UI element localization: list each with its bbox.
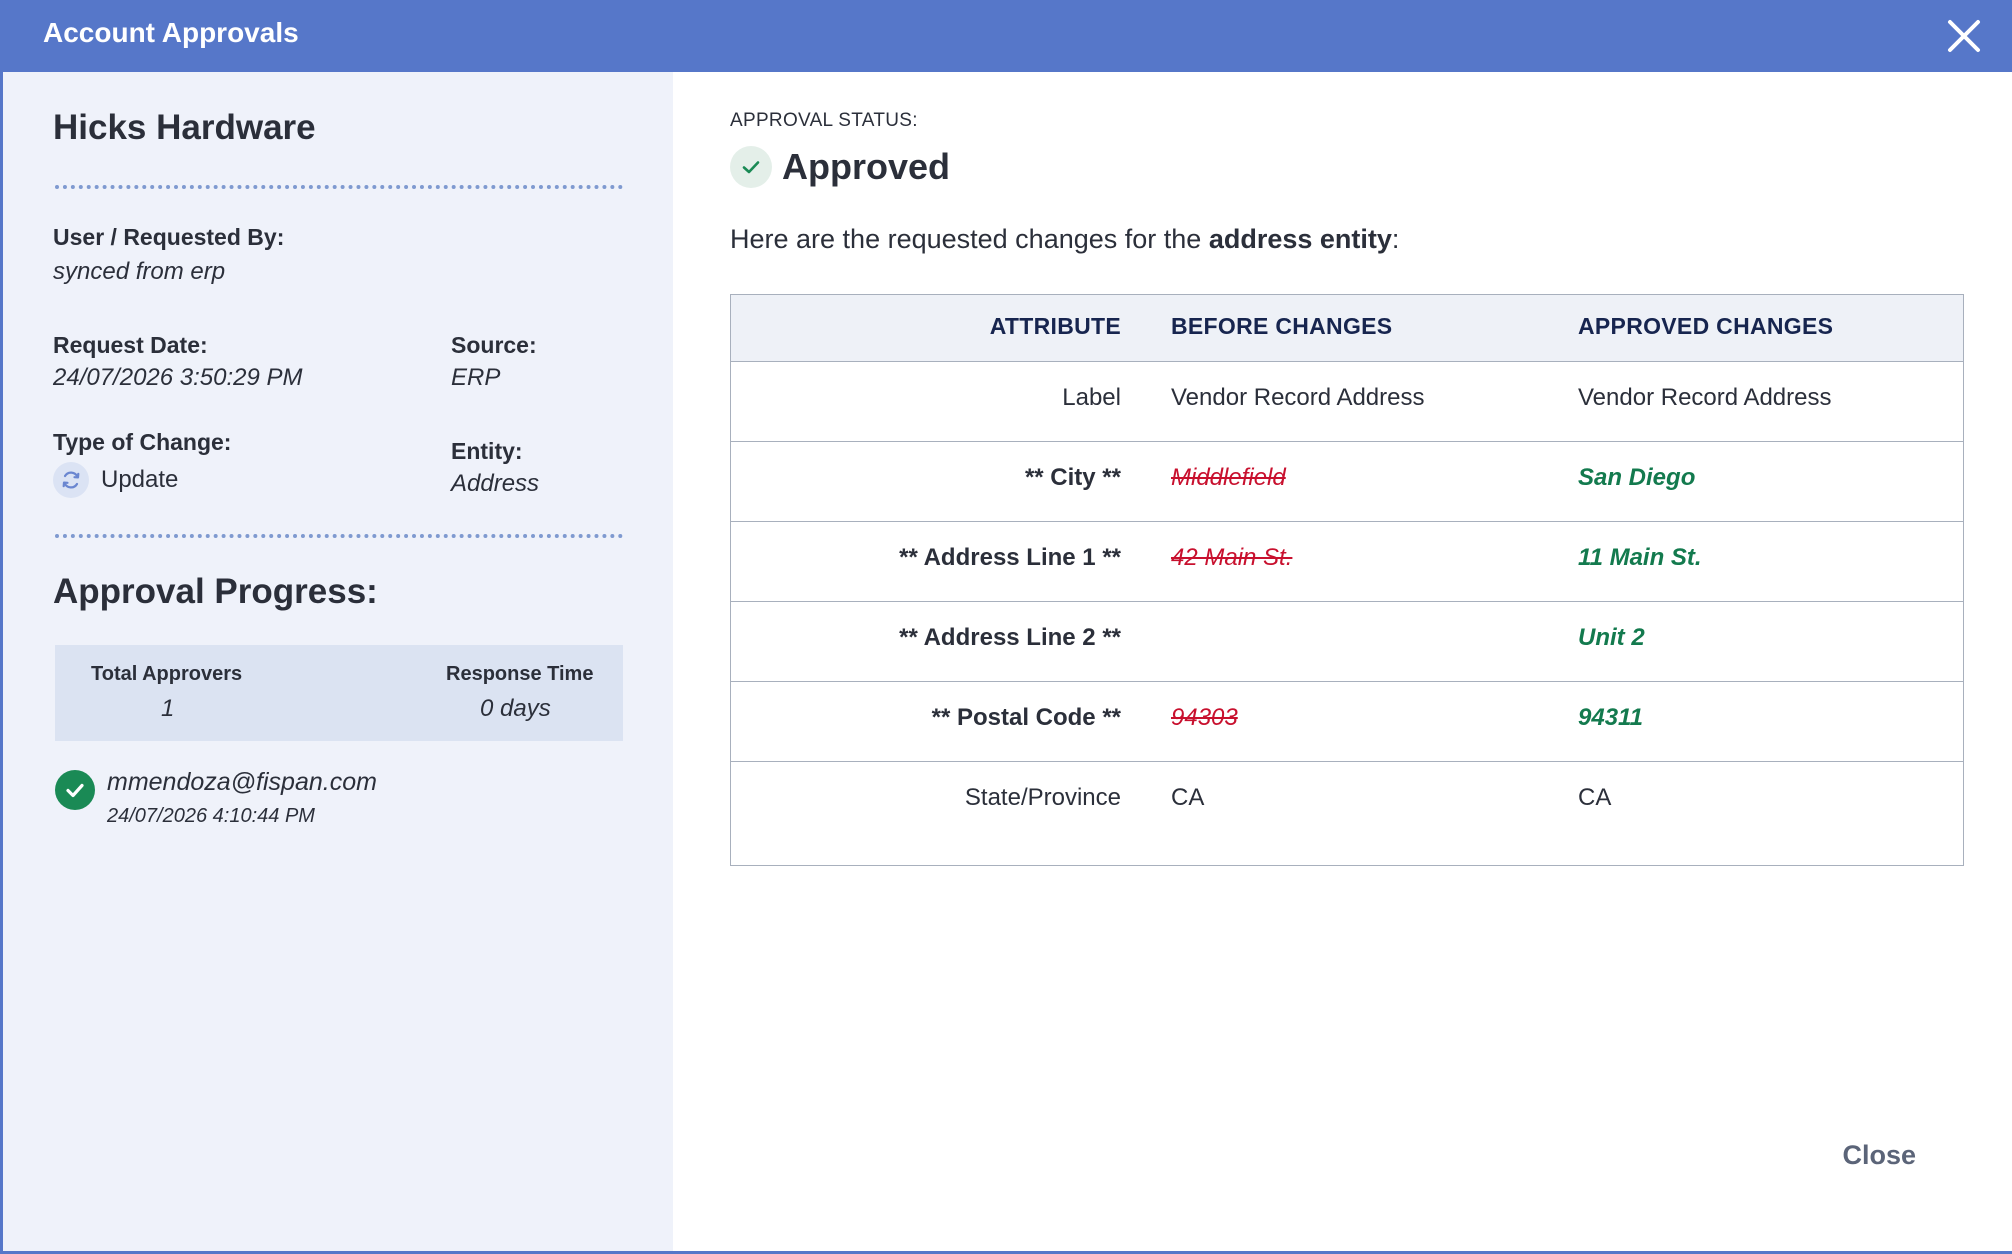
approval-status-label: APPROVAL STATUS: [730, 110, 918, 131]
after-cell: Unit 2 [1578, 624, 1645, 651]
attribute-cell: ** Address Line 1 ** [899, 544, 1121, 571]
total-approvers-value: 1 [161, 695, 175, 722]
table-row: ** Address Line 1 ** 42 Main St. 11 Main… [731, 522, 1963, 602]
entity-label: Entity: [451, 438, 523, 464]
attribute-cell: ** Postal Code ** [931, 704, 1121, 731]
column-header-before: BEFORE CHANGES [1171, 313, 1393, 339]
table-row: Label Vendor Record Address Vendor Recor… [731, 362, 1963, 442]
table-row: ** Address Line 2 ** Unit 2 [731, 602, 1963, 682]
changes-intro: Here are the requested changes for the a… [730, 224, 1399, 255]
requested-by-label: User / Requested By: [53, 224, 285, 250]
intro-suffix: : [1391, 224, 1400, 254]
source-label: Source: [451, 332, 537, 358]
approver-email: mmendoza@fispan.com [107, 768, 377, 796]
refresh-icon [53, 462, 89, 498]
requested-by-value: synced from erp [53, 258, 226, 285]
before-cell: Vendor Record Address [1171, 384, 1425, 411]
table-row: ** City ** Middlefield San Diego [731, 442, 1963, 522]
close-icon[interactable] [1942, 14, 1986, 58]
attribute-cell: ** City ** [1024, 464, 1121, 491]
table-row: State/Province CA CA [731, 762, 1963, 872]
before-cell: 94303 [1171, 704, 1238, 731]
column-header-attribute: ATTRIBUTE [989, 313, 1121, 339]
approver-timestamp: 24/07/2026 4:10:44 PM [107, 805, 315, 827]
after-cell: CA [1578, 784, 1612, 811]
before-cell: 42 Main St. [1171, 544, 1293, 571]
after-cell: Vendor Record Address [1578, 384, 1832, 411]
approver-entry: mmendoza@fispan.com 24/07/2026 4:10:44 P… [55, 768, 377, 828]
total-approvers-label: Total Approvers [91, 663, 243, 685]
approval-progress-title: Approval Progress: [53, 572, 378, 611]
request-details-panel: Hicks Hardware User / Requested By: sync… [3, 72, 673, 1251]
table-header: ATTRIBUTE BEFORE CHANGES APPROVED CHANGE… [731, 295, 1963, 362]
intro-entity: address entity [1208, 224, 1392, 254]
entity-value: Address [451, 470, 540, 497]
after-cell: 11 Main St. [1578, 544, 1702, 571]
intro-text: Here are the requested changes for the [730, 224, 1209, 254]
before-cell: Middlefield [1171, 464, 1286, 491]
close-button[interactable]: Close [1842, 1140, 1916, 1171]
table-row: ** Postal Code ** 94303 94311 [731, 682, 1963, 762]
approval-changes-panel: APPROVAL STATUS: Approved Here are the r… [673, 72, 2012, 1251]
request-date-value: 24/07/2026 3:50:29 PM [53, 364, 303, 391]
account-approvals-modal: Account Approvals Hicks Hardware User / … [0, 0, 2012, 1254]
source-value: ERP [451, 364, 501, 391]
after-cell: 94311 [1578, 704, 1643, 731]
changes-table: ATTRIBUTE BEFORE CHANGES APPROVED CHANGE… [730, 294, 1964, 866]
modal-title: Account Approvals [43, 17, 299, 48]
check-circle-icon [55, 770, 95, 810]
modal-header: Account Approvals [3, 0, 2012, 72]
type-of-change-label: Type of Change: [53, 429, 232, 455]
request-date-label: Request Date: [53, 332, 208, 358]
response-time-value: 0 days [480, 695, 551, 722]
column-header-approved: APPROVED CHANGES [1578, 313, 1834, 339]
divider [55, 185, 623, 189]
company-name: Hicks Hardware [53, 108, 316, 147]
approval-progress-summary: Total Approvers 1 Response Time 0 days [55, 645, 623, 741]
type-of-change-value: Update [53, 462, 178, 498]
approval-status: Approved [730, 146, 950, 188]
before-cell: CA [1171, 784, 1205, 811]
type-of-change-text: Update [101, 466, 179, 493]
response-time-label: Response Time [446, 663, 594, 685]
attribute-cell: State/Province [964, 784, 1121, 811]
checkmark-icon [730, 146, 772, 188]
attribute-cell: Label [1062, 384, 1121, 411]
approval-status-value: Approved [782, 146, 951, 187]
attribute-cell: ** Address Line 2 ** [899, 624, 1121, 651]
divider [55, 534, 623, 538]
after-cell: San Diego [1578, 464, 1696, 491]
